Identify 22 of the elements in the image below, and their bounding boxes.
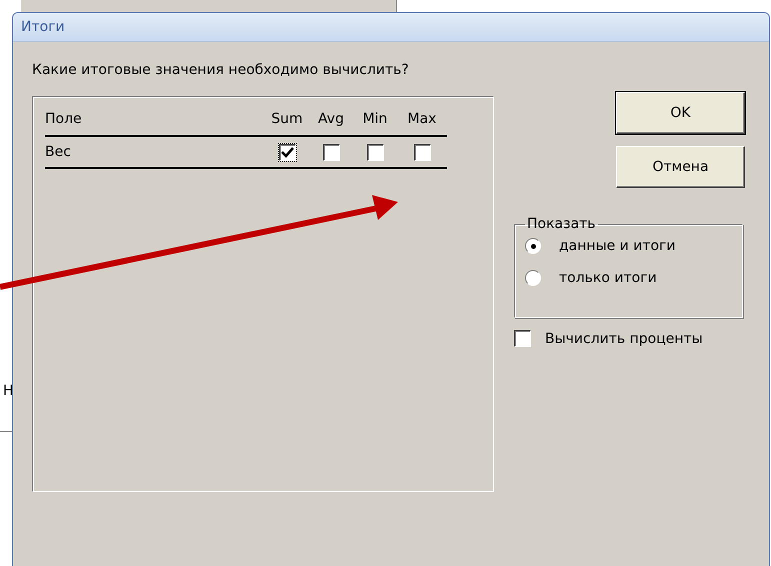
radio-button[interactable] (525, 270, 541, 286)
checkbox[interactable] (366, 144, 384, 160)
checkbox-label: Вычислить проценты (545, 330, 703, 346)
window-title: Итоги (21, 19, 65, 35)
checkbox[interactable] (322, 144, 340, 160)
checkbox[interactable] (278, 144, 296, 160)
column-header: Avg (309, 107, 353, 137)
column-header: Sum (265, 107, 309, 137)
field-name: Вес (45, 137, 265, 169)
ok-button[interactable]: OK (616, 92, 745, 134)
column-header: Min (353, 107, 397, 137)
checkbox[interactable] (414, 144, 430, 160)
cancel-button[interactable]: Отмена (616, 146, 745, 188)
radio-label: данные и итоги (559, 238, 676, 254)
checkbox[interactable] (514, 330, 531, 347)
column-header: Max (397, 107, 447, 137)
radio-button[interactable] (525, 238, 541, 254)
question-label: Какие итоговые значения необходимо вычислить? (32, 62, 410, 80)
background-text: Н (3, 383, 14, 399)
radio-label: только итоги (559, 270, 657, 286)
group-legend: Показать (525, 216, 598, 232)
column-header: Поле (45, 107, 265, 137)
